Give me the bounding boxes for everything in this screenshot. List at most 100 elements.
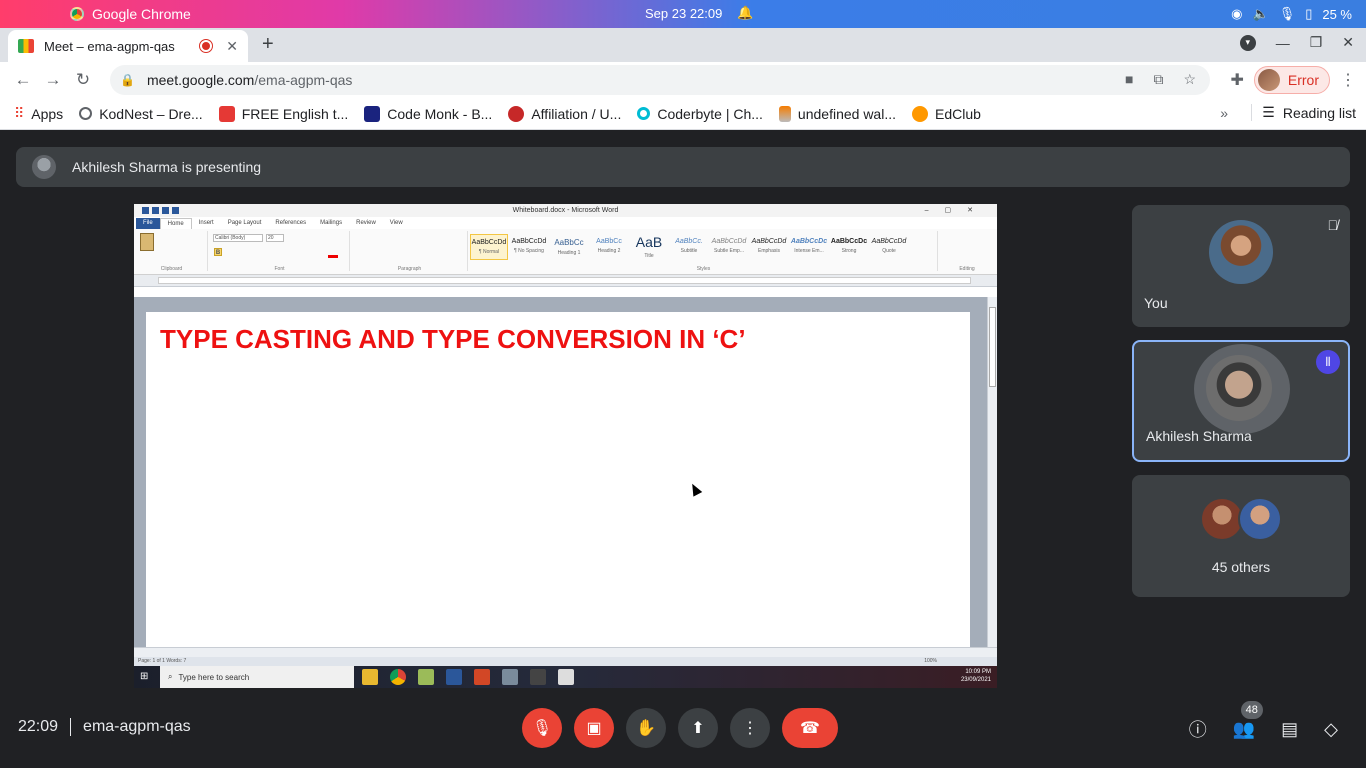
style-name: Quote [882, 248, 896, 254]
chrome-menu-icon[interactable]: ⋮ [1340, 70, 1356, 90]
chrome-taskbar-icon [390, 669, 406, 685]
minimize-button[interactable]: — [1276, 35, 1290, 51]
word-page: TYPE CASTING AND TYPE CONVERSION IN ‘C’ [146, 312, 970, 652]
word-tab-references: References [275, 220, 307, 226]
bookmark-undefined[interactable]: undefined wal... [778, 105, 896, 122]
participant-tile-you[interactable]: 🎙̸ You [1132, 205, 1350, 327]
bookmark-label: FREE English t... [241, 105, 349, 122]
style-sample: AaB [635, 234, 663, 250]
shared-screen: Whiteboard.docx - Microsoft Word –▢✕ Fil… [134, 204, 997, 688]
tab-search-icon[interactable]: ▾ [1239, 34, 1256, 51]
maximize-button[interactable]: ❐ [1310, 34, 1323, 51]
word-tab-mailings: Mailings [320, 220, 343, 226]
mic-toggle-button[interactable]: 🎙 [522, 708, 562, 748]
window-controls: ▾ — ❐ ✕ [1239, 34, 1354, 51]
people-icon: 👥 [1232, 718, 1256, 739]
windows-taskbar: ⊞ ⌕ Type here to search 10:09 PM 23/09/2… [134, 666, 997, 688]
os-status-area[interactable]: ◉ 🔈 🎙 ▯ 25 % [1231, 6, 1352, 22]
ribbon-group-editing: Editing [940, 231, 994, 272]
style-normal: AaBbCcDd ¶ Normal [470, 234, 508, 260]
bookmark-code-monk[interactable]: Code Monk - B... [364, 105, 492, 122]
quick-access-toolbar [137, 206, 187, 214]
participant-tile-presenter[interactable]: ⦀ Akhilesh Sharma [1132, 340, 1350, 462]
extensions-puzzle-icon[interactable]: ✚ [1230, 70, 1243, 90]
style-subtle-emphasis: AaBbCcDd Subtle Emp... [710, 234, 748, 260]
notepad-taskbar-icon [558, 669, 574, 685]
word-tab-file: File [136, 217, 160, 229]
speaking-indicator-icon: ⦀ [1316, 350, 1340, 374]
camera-in-use-icon[interactable]: ■ [1125, 71, 1133, 88]
raise-hand-button[interactable]: ✋ [626, 708, 666, 748]
microphone-icon: 🎙 [1278, 6, 1296, 21]
activities-icon[interactable]: ◇ [1324, 719, 1338, 740]
style-subtitle: AaBbCc. Subtitle [670, 234, 708, 260]
word-title-bar: Whiteboard.docx - Microsoft Word –▢✕ [134, 204, 997, 217]
battery-icon: ▯ [1305, 6, 1313, 21]
bookmark-coderbyte[interactable]: Coderbyte | Ch... [637, 106, 763, 122]
windows-tray-date: 23/09/2021 [960, 677, 991, 683]
people-button[interactable]: 👥 48 [1232, 700, 1263, 740]
word-zoom-level: 100% [924, 658, 937, 664]
forward-button[interactable]: → [38, 70, 68, 90]
ribbon-label-paragraph: Paragraph [397, 266, 422, 272]
word-window-controls: –▢✕ [924, 207, 989, 214]
call-controls: 🎙 ▣ ✋ ⬆ ⋮ ☎ [522, 708, 838, 748]
bookmark-kodnest[interactable]: KodNest – Dre... [79, 106, 203, 122]
bookmark-free-english[interactable]: FREE English t... [218, 105, 349, 122]
more-bookmarks-icon[interactable]: » [1220, 105, 1228, 121]
style-quote: AaBbCcDd Quote [870, 234, 908, 260]
profile-error-button[interactable]: Error [1253, 66, 1330, 94]
os-active-app[interactable]: Google Chrome [70, 6, 191, 22]
reading-list-button[interactable]: ☰ Reading list [1251, 104, 1356, 121]
style-name: Intense Em... [794, 248, 824, 254]
os-clock[interactable]: Sep 23 22:09 [645, 6, 722, 21]
bookmark-label: KodNest – Dre... [99, 105, 203, 122]
word-window-title: Whiteboard.docx - Microsoft Word [512, 207, 619, 214]
bold-icon: B [214, 248, 222, 256]
ribbon-group-styles: AaBbCcDd ¶ Normal AaBbCcDd ¶ No Spacing Aa… [470, 231, 938, 272]
chat-icon[interactable]: ▤ [1281, 719, 1298, 740]
opera-favicon-icon [508, 105, 525, 122]
chrome-icon [70, 7, 84, 21]
font-size-field: 20 [266, 234, 284, 242]
style-name: Heading 2 [597, 248, 621, 254]
open-in-app-icon[interactable]: ⧉ [1153, 71, 1163, 88]
notification-bell-icon[interactable]: 🔔 [737, 5, 753, 21]
new-tab-button[interactable]: + [262, 33, 274, 56]
word-tab-home: Home [159, 217, 192, 229]
bookmark-affiliation[interactable]: Affiliation / U... [508, 105, 622, 122]
free-english-favicon-icon [218, 105, 235, 122]
back-button[interactable]: ← [8, 70, 38, 90]
style-sample: AaBbCc. [675, 238, 703, 245]
lock-icon[interactable]: 🔒 [120, 73, 135, 87]
volume-icon: 🔈 [1252, 6, 1269, 21]
address-bar[interactable]: 🔒 meet.google.com/ema-agpm-qas ■ ⧉ ☆ [110, 65, 1210, 95]
style-name: Strong [841, 248, 857, 254]
more-options-button[interactable]: ⋮ [730, 708, 770, 748]
reload-button[interactable]: ↻ [68, 70, 98, 90]
camera-toggle-button[interactable]: ▣ [574, 708, 614, 748]
style-sample: AaBbCcDd [711, 238, 747, 245]
style-heading-2: AaBbCc Heading 2 [590, 234, 628, 260]
others-avatars [1200, 497, 1282, 541]
profile-error-label: Error [1287, 72, 1319, 88]
close-window-button[interactable]: ✕ [1342, 34, 1354, 51]
font-name-field: Calibri (Body) [213, 234, 263, 242]
style-sample: AaBbCcDc [830, 238, 868, 245]
bookmark-star-icon[interactable]: ☆ [1183, 71, 1196, 88]
windows-search-placeholder: Type here to search [178, 672, 250, 682]
word-taskbar-icon [446, 669, 462, 685]
avatar [1194, 344, 1290, 434]
tab-meet[interactable]: Meet – ema-agpm-qas ✕ [8, 30, 248, 62]
font-color-icon [328, 255, 338, 258]
leave-call-button[interactable]: ☎ [782, 708, 838, 748]
bookmark-label: Affiliation / U... [531, 105, 622, 122]
participant-tile-others[interactable]: 45 others [1132, 475, 1350, 597]
meeting-details-icon[interactable]: ⓘ [1189, 716, 1207, 742]
close-tab-icon[interactable]: ✕ [226, 38, 238, 55]
tab-title: Meet – ema-agpm-qas [44, 38, 175, 54]
present-now-button[interactable]: ⬆ [678, 708, 718, 748]
bookmark-edclub[interactable]: EdClub [912, 105, 981, 122]
windows-tray-time: 10:09 PM [965, 669, 991, 675]
bookmark-apps[interactable]: ⠿ Apps [14, 105, 63, 122]
